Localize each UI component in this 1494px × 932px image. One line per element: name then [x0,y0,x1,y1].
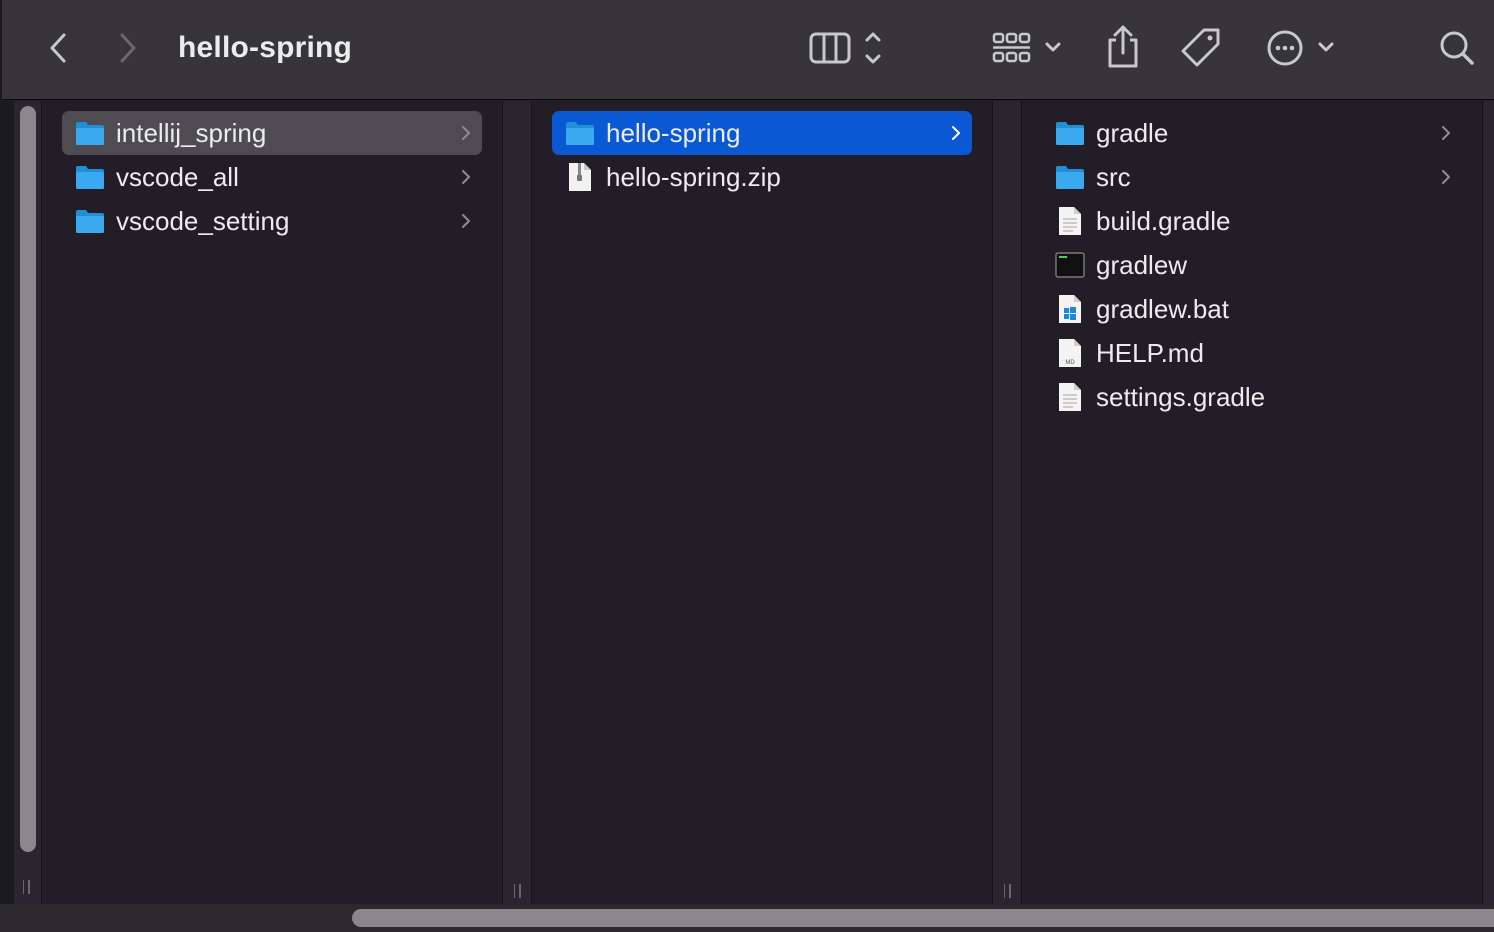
item-label: gradlew.bat [1096,294,1229,324]
folder-item-hello-spring[interactable]: hello-spring [552,111,972,155]
item-icon [1055,207,1085,235]
column-resize-handle[interactable] [21,880,31,894]
document-icon [1059,383,1081,411]
window-edge [0,0,2,100]
folder-icon [76,166,104,189]
file-item-gradlew[interactable]: gradlew [1042,243,1462,287]
item-icon [1055,163,1085,191]
group-grid-icon [992,32,1061,63]
finder-window: hello-spring intellij_spring vscode_all … [0,0,1494,932]
item-icon [565,119,595,147]
file-item-gradlew-bat[interactable]: gradlew.bat [1042,287,1462,331]
windows-bat-file-icon [1059,295,1081,323]
column-1: intellij_spring vscode_all vscode_settin… [42,101,502,904]
vertical-scrollbar-thumb[interactable] [20,106,36,852]
view-options-button[interactable] [806,26,892,70]
disclosure-chevron [460,125,472,141]
tag-icon [1181,28,1220,67]
folder-item-gradle[interactable]: gradle [1042,111,1462,155]
folder-icon [76,210,104,233]
window-left-edge [0,101,14,904]
item-icon [565,163,595,191]
folder-item-src[interactable]: src [1042,155,1462,199]
chevron-right-icon [462,170,470,184]
item-icon [1055,119,1085,147]
item-icon [1055,295,1085,323]
more-actions-button[interactable] [1264,24,1340,72]
search-icon [1440,31,1474,65]
ellipsis-circle-icon [1267,30,1334,66]
disclosure-chevron [1440,125,1452,141]
markdown-file-icon: MD [1059,339,1081,367]
item-label: build.gradle [1096,206,1231,236]
column-divider-2[interactable] [992,101,1022,904]
item-icon [1055,383,1085,411]
back-button[interactable] [40,28,76,68]
item-label: gradle [1096,118,1169,148]
item-label: intellij_spring [116,118,267,148]
column-resize-handle[interactable] [512,884,522,898]
forward-button[interactable] [110,28,146,68]
document-icon [1059,207,1081,235]
folder-item-vscode-setting[interactable]: vscode_setting [62,199,482,243]
svg-text:MD: MD [1065,360,1075,366]
chevron-right-icon [462,126,470,140]
folder-icon [1056,122,1084,145]
disclosure-chevron [460,169,472,185]
file-item-hello-spring-zip[interactable]: hello-spring.zip [552,155,972,199]
item-icon [1055,251,1085,279]
chevron-right-icon [120,33,136,63]
item-label: hello-spring.zip [606,162,781,192]
chevron-right-icon [462,214,470,228]
item-icon [75,119,105,147]
folder-icon [1056,166,1084,189]
item-icon: MD [1055,339,1085,367]
window-title: hello-spring [178,31,353,64]
item-icon [75,163,105,191]
column-divider-3[interactable] [1482,101,1494,904]
column-2: hello-spring hello-spring.zip [532,101,992,904]
column-3: gradle src build.gradle gradlew gradlew.… [1022,101,1482,904]
zip-file-icon [569,163,591,191]
column-resize-handle[interactable] [1002,884,1012,898]
folder-icon [566,122,594,145]
folder-item-vscode-all[interactable]: vscode_all [62,155,482,199]
disclosure-chevron [1440,169,1452,185]
search-button[interactable] [1434,24,1480,72]
chevron-left-icon [50,33,66,63]
folder-item-intellij-spring[interactable]: intellij_spring [62,111,482,155]
chevron-right-icon [952,126,960,140]
item-label: HELP.md [1096,338,1204,368]
group-button[interactable] [990,26,1066,70]
item-icon [75,207,105,235]
folder-icon [76,122,104,145]
item-label: vscode_all [116,162,239,192]
file-item-build-gradle[interactable]: build.gradle [1042,199,1462,243]
item-label: settings.gradle [1096,382,1266,412]
file-item-help-md[interactable]: MD HELP.md [1042,331,1462,375]
tag-button[interactable] [1178,24,1224,72]
share-button[interactable] [1102,24,1144,72]
toolbar: hello-spring [0,0,1494,100]
chevron-right-icon [1442,126,1450,140]
column-divider-1[interactable] [502,101,532,904]
disclosure-chevron [950,125,962,141]
file-item-settings-gradle[interactable]: settings.gradle [1042,375,1462,419]
disclosure-chevron [460,213,472,229]
share-icon [1108,25,1138,68]
item-label: vscode_setting [116,206,290,236]
item-label: hello-spring [606,118,741,148]
item-label: src [1096,162,1131,192]
horizontal-scrollbar-thumb[interactable] [352,909,1494,927]
column-view-icon [809,32,881,64]
terminal-executable-icon [1055,252,1085,278]
item-label: gradlew [1096,250,1188,280]
chevron-right-icon [1442,170,1450,184]
